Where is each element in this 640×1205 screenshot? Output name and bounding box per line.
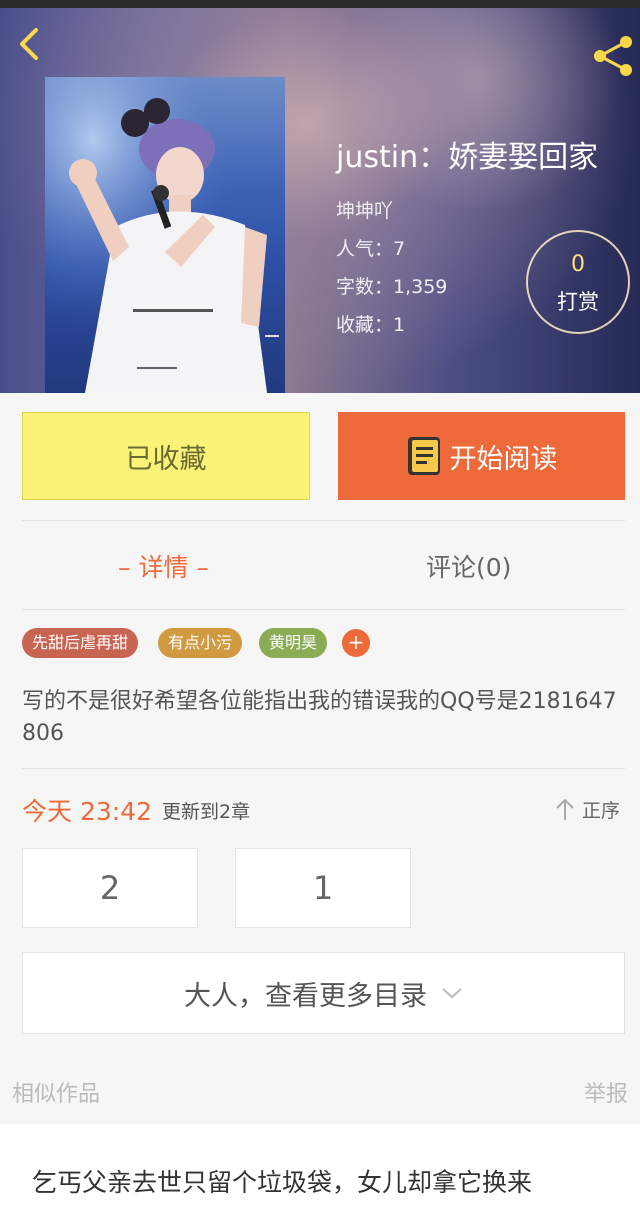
favorites-stat: 收藏：1 xyxy=(336,314,406,336)
status-bar xyxy=(0,0,640,8)
more-catalog-button[interactable]: 大人，查看更多目录 xyxy=(22,952,625,1034)
popularity-stat: 人气：7 xyxy=(336,238,406,260)
tip-count: 0 xyxy=(571,252,585,277)
chapter-item[interactable]: 1 xyxy=(235,848,411,928)
add-tag-button[interactable]: + xyxy=(342,629,370,657)
tag-chip[interactable]: 有点小污 xyxy=(158,628,243,658)
collected-button[interactable]: 已收藏 xyxy=(22,412,310,500)
report-button[interactable]: 举报 xyxy=(584,1076,628,1108)
start-reading-label: 开始阅读 xyxy=(449,443,558,475)
start-reading-button[interactable]: 开始阅读 xyxy=(338,412,625,500)
tip-label: 打赏 xyxy=(557,290,599,314)
divider xyxy=(22,768,625,769)
book-cover[interactable] xyxy=(45,77,285,393)
header-glow xyxy=(330,8,630,208)
chevron-down-icon xyxy=(442,988,462,999)
similar-work-title[interactable]: 乞丐父亲去世只留个垃圾袋，女儿却拿它换来 xyxy=(32,1163,532,1199)
tag-chip[interactable]: 黄明昊 xyxy=(259,628,328,658)
sort-order-button[interactable]: 正序 xyxy=(554,795,620,823)
book-intro: 写的不是很好希望各位能指出我的错误我的QQ号是2181647806 xyxy=(22,689,617,746)
sort-order-label: 正序 xyxy=(582,799,621,822)
book-title: justin：娇妻娶回家 xyxy=(336,140,599,175)
share-icon xyxy=(594,36,632,76)
tab-comments[interactable]: 评论(0) xyxy=(426,548,511,588)
book-header: justin：娇妻娶回家 坤坤吖 人气：7 字数：1,359 收藏：1 0 打赏 xyxy=(0,8,640,393)
book-icon xyxy=(407,437,440,475)
more-catalog-label: 大人，查看更多目录 xyxy=(184,980,427,1012)
book-info: justin：娇妻娶回家 坤坤吖 人气：7 字数：1,359 收藏：1 xyxy=(336,140,626,336)
divider xyxy=(22,520,625,521)
update-chapter-count: 更新到2章 xyxy=(162,801,251,823)
share-button[interactable] xyxy=(590,32,638,80)
back-button[interactable] xyxy=(10,22,54,66)
tab-details[interactable]: – 详情 – xyxy=(118,548,209,588)
tag-chip[interactable]: 先甜后虐再甜 xyxy=(22,628,139,658)
tip-button[interactable]: 0 打赏 xyxy=(526,230,630,334)
back-arrow-icon xyxy=(20,28,38,60)
divider xyxy=(22,609,625,610)
word-count-stat: 字数：1,359 xyxy=(336,276,448,298)
similar-works-label: 相似作品 xyxy=(12,1082,101,1107)
book-author[interactable]: 坤坤吖 xyxy=(336,196,393,223)
arrow-up-icon xyxy=(556,798,574,820)
collected-label: 已收藏 xyxy=(125,443,207,475)
cover-illustration xyxy=(45,77,285,393)
update-time: 今天 23:42 xyxy=(22,797,152,826)
chapter-item[interactable]: 2 xyxy=(22,848,198,928)
